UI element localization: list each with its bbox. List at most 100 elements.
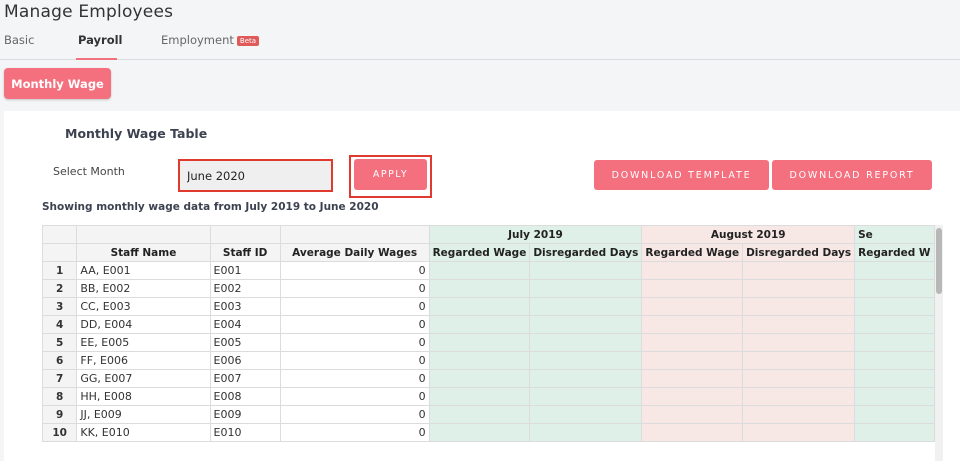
apply-button[interactable]: APPLY [354, 159, 427, 190]
regarded-wage-cell[interactable] [854, 369, 935, 388]
disregarded-days-cell[interactable] [742, 261, 856, 280]
col-staff-id[interactable]: Staff ID [209, 243, 281, 262]
col-average-daily-wages[interactable]: Average Daily Wages [279, 243, 430, 262]
regarded-wage-cell[interactable] [854, 405, 935, 424]
scrollbar-thumb[interactable] [936, 228, 942, 294]
staff-name-cell[interactable]: AA, E001 [76, 261, 211, 280]
average-wage-cell[interactable]: 0 [279, 423, 430, 442]
staff-id-cell[interactable]: E004 [209, 315, 281, 334]
staff-id-cell[interactable]: E002 [209, 279, 281, 298]
disregarded-days-cell[interactable] [529, 423, 643, 442]
staff-name-cell[interactable]: EE, E005 [76, 333, 211, 352]
average-wage-cell[interactable]: 0 [279, 261, 430, 280]
disregarded-days-cell[interactable] [529, 405, 643, 424]
regarded-wage-cell[interactable] [641, 351, 744, 370]
regarded-wage-cell[interactable] [641, 333, 744, 352]
col-disregarded-days[interactable]: Disregarded Days [742, 243, 856, 262]
regarded-wage-cell[interactable] [641, 315, 744, 334]
regarded-wage-cell[interactable] [641, 387, 744, 406]
staff-name-cell[interactable]: GG, E007 [76, 369, 211, 388]
staff-id-cell[interactable]: E008 [209, 387, 281, 406]
disregarded-days-cell[interactable] [529, 261, 643, 280]
average-wage-cell[interactable]: 0 [279, 279, 430, 298]
disregarded-days-cell[interactable] [742, 369, 856, 388]
regarded-wage-cell[interactable] [854, 261, 935, 280]
staff-name-cell[interactable]: BB, E002 [76, 279, 211, 298]
disregarded-days-cell[interactable] [529, 297, 643, 316]
monthly-wage-button[interactable]: Monthly Wage [4, 68, 111, 99]
disregarded-days-cell[interactable] [529, 279, 643, 298]
disregarded-days-cell[interactable] [742, 333, 856, 352]
regarded-wage-cell[interactable] [854, 315, 935, 334]
download-report-button[interactable]: DOWNLOAD REPORT [772, 160, 932, 190]
disregarded-days-cell[interactable] [742, 387, 856, 406]
disregarded-days-cell[interactable] [742, 279, 856, 298]
regarded-wage-cell[interactable] [641, 405, 744, 424]
disregarded-days-cell[interactable] [742, 297, 856, 316]
staff-name-cell[interactable]: HH, E008 [76, 387, 211, 406]
regarded-wage-cell[interactable] [641, 369, 744, 388]
staff-id-cell[interactable]: E007 [209, 369, 281, 388]
staff-name-cell[interactable]: CC, E003 [76, 297, 211, 316]
regarded-wage-cell[interactable] [854, 351, 935, 370]
average-wage-cell[interactable]: 0 [279, 405, 430, 424]
regarded-wage-cell[interactable] [641, 261, 744, 280]
regarded-wage-cell[interactable] [428, 333, 531, 352]
regarded-wage-cell[interactable] [428, 279, 531, 298]
staff-id-cell[interactable]: E003 [209, 297, 281, 316]
staff-id-cell[interactable]: E010 [209, 423, 281, 442]
staff-name-cell[interactable]: DD, E004 [76, 315, 211, 334]
row-number: 10 [42, 423, 78, 442]
staff-name-cell[interactable]: JJ, E009 [76, 405, 211, 424]
disregarded-days-cell[interactable] [529, 315, 643, 334]
regarded-wage-cell[interactable] [428, 261, 531, 280]
month-input[interactable] [178, 159, 333, 192]
regarded-wage-cell[interactable] [854, 387, 935, 406]
staff-name-cell[interactable]: KK, E010 [76, 423, 211, 442]
staff-id-cell[interactable]: E009 [209, 405, 281, 424]
average-wage-cell[interactable]: 0 [279, 297, 430, 316]
tab-payroll[interactable]: Payroll [78, 33, 122, 47]
download-template-button[interactable]: DOWNLOAD TEMPLATE [594, 160, 769, 190]
disregarded-days-cell[interactable] [742, 351, 856, 370]
regarded-wage-cell[interactable] [641, 297, 744, 316]
row-number: 3 [42, 297, 78, 316]
average-wage-cell[interactable]: 0 [279, 369, 430, 388]
corner-cell [42, 243, 78, 262]
regarded-wage-cell[interactable] [428, 387, 531, 406]
disregarded-days-cell[interactable] [529, 333, 643, 352]
col-regarded-wage[interactable]: Regarded Wage [428, 243, 531, 262]
disregarded-days-cell[interactable] [742, 423, 856, 442]
tab-basic[interactable]: Basic [4, 33, 34, 47]
regarded-wage-cell[interactable] [641, 279, 744, 298]
col-regarded-wage[interactable]: Regarded Wage [641, 243, 744, 262]
col-staff-name[interactable]: Staff Name [76, 243, 211, 262]
regarded-wage-cell[interactable] [428, 405, 531, 424]
regarded-wage-cell[interactable] [854, 297, 935, 316]
staff-id-cell[interactable]: E001 [209, 261, 281, 280]
regarded-wage-cell[interactable] [428, 351, 531, 370]
average-wage-cell[interactable]: 0 [279, 315, 430, 334]
disregarded-days-cell[interactable] [529, 369, 643, 388]
regarded-wage-cell[interactable] [854, 333, 935, 352]
disregarded-days-cell[interactable] [742, 315, 856, 334]
regarded-wage-cell[interactable] [428, 315, 531, 334]
disregarded-days-cell[interactable] [742, 405, 856, 424]
tab-employment[interactable]: Employment Beta [161, 33, 260, 47]
regarded-wage-cell[interactable] [428, 369, 531, 388]
regarded-wage-cell[interactable] [854, 279, 935, 298]
regarded-wage-cell[interactable] [854, 423, 935, 442]
regarded-wage-cell[interactable] [428, 297, 531, 316]
disregarded-days-cell[interactable] [529, 387, 643, 406]
col-regarded-wage[interactable]: Regarded W [854, 243, 935, 262]
average-wage-cell[interactable]: 0 [279, 351, 430, 370]
disregarded-days-cell[interactable] [529, 351, 643, 370]
staff-name-cell[interactable]: FF, E006 [76, 351, 211, 370]
staff-id-cell[interactable]: E006 [209, 351, 281, 370]
regarded-wage-cell[interactable] [641, 423, 744, 442]
regarded-wage-cell[interactable] [428, 423, 531, 442]
staff-id-cell[interactable]: E005 [209, 333, 281, 352]
average-wage-cell[interactable]: 0 [279, 333, 430, 352]
average-wage-cell[interactable]: 0 [279, 387, 430, 406]
col-disregarded-days[interactable]: Disregarded Days [529, 243, 643, 262]
